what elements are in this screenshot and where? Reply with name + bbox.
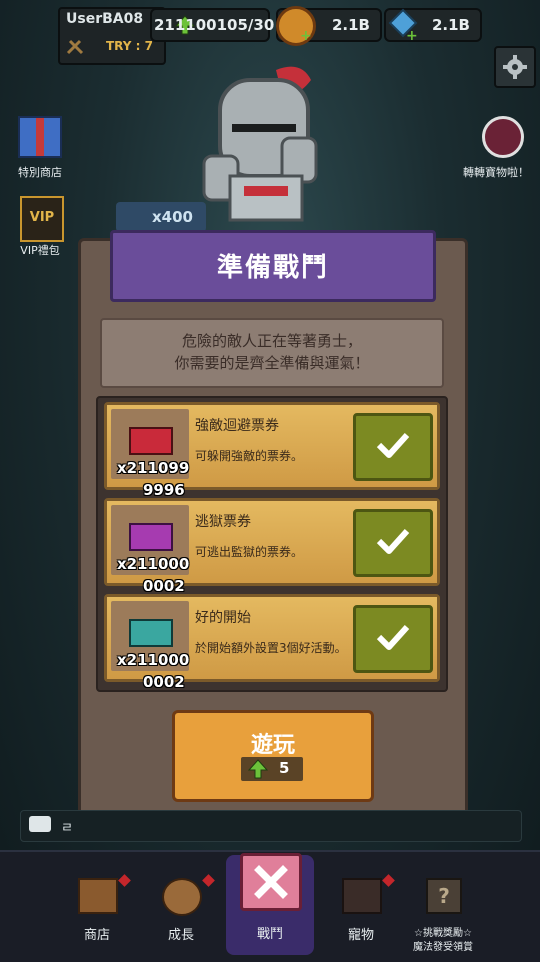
gem-badge-text: x400 <box>152 208 193 226</box>
try-counter: TRY : 7 <box>106 39 153 53</box>
modal-title-ribbon: 準備戰鬥 <box>110 230 436 302</box>
notification-dot <box>118 874 131 887</box>
ticket-name: 逃獄票券 <box>195 514 251 530</box>
gem-reward-badge: x400 <box>116 202 206 232</box>
energy-value: 211100105/30 <box>154 16 275 34</box>
spin-treasure-button[interactable]: 轉轉寶物啦！ <box>460 112 540 182</box>
add-gem-icon[interactable]: + <box>406 28 418 44</box>
ticket-item-good-start[interactable]: 好的開始 於開始額外設置3個好活動。 x211000 0002 <box>104 594 440 691</box>
spin-treasure-label: 轉轉寶物啦！ <box>463 166 529 179</box>
ticket-desc: 可躲開強敵的票券。 <box>195 449 304 463</box>
nav-pet-label: 寵物 <box>347 928 374 943</box>
ticket-name: 好的開始 <box>195 610 251 626</box>
knight-character-image <box>196 60 336 230</box>
settings-button[interactable] <box>494 46 536 88</box>
ticket-desc: 可逃出監獄的票券。 <box>195 545 304 559</box>
add-gold-icon[interactable]: + <box>300 28 312 44</box>
ticket-count-line1: x211099 <box>117 459 190 477</box>
nav-shop[interactable]: 商店 <box>52 852 142 962</box>
energy-pill[interactable]: 211100105/30 <box>150 8 274 42</box>
nav-shop-label: 商店 <box>83 928 110 943</box>
special-shop-button[interactable]: 特別商店 <box>0 112 80 182</box>
checkmark-icon <box>376 622 410 656</box>
ticket-item-avoid-enemy[interactable]: 強敵迴避票券 可躲開強敵的票券。 x211099 9996 <box>104 402 440 499</box>
ticket-count-line1: x211000 <box>117 555 190 573</box>
ticket-count: x211099 9996 <box>117 457 189 501</box>
challenge-label-2: 魔法發受領賞 <box>413 942 473 953</box>
chat-text: ㄹ <box>61 821 73 836</box>
purple-ticket-icon <box>129 523 173 551</box>
gear-icon <box>503 55 527 83</box>
ticket-name: 強敵迴避票券 <box>195 418 279 434</box>
user-name: UserBA08 <box>66 11 144 27</box>
toggle-checkbox[interactable] <box>353 509 433 577</box>
battle-close-icon <box>240 853 302 911</box>
vip-pack-button[interactable]: VIP VIP禮包 <box>0 196 80 260</box>
ticket-count-line2: 0002 <box>143 673 185 691</box>
chat-bubble-icon <box>29 816 51 832</box>
notification-dot <box>202 874 215 887</box>
intro-line-1: 危險的敵人正在等著勇士， <box>181 332 362 350</box>
nav-challenge-reward[interactable]: ? ☆挑戰獎勵☆ 魔法發受領賞 <box>398 852 488 962</box>
play-cost: 5 <box>279 759 290 777</box>
vip-pack-label: VIP禮包 <box>20 244 60 257</box>
chat-bar[interactable]: ㄹ <box>20 810 522 842</box>
notification-dot <box>382 874 395 887</box>
question-icon: ? <box>426 878 462 914</box>
gold-value: 2.1B <box>331 16 370 34</box>
gift-box-icon <box>18 116 62 158</box>
ticket-count: x211000 0002 <box>117 649 189 693</box>
vip-icon: VIP <box>20 196 64 242</box>
energy-arrow-icon <box>247 758 269 784</box>
sword-icon <box>66 39 86 55</box>
special-shop-label: 特別商店 <box>18 166 62 179</box>
red-ticket-icon <box>129 427 173 455</box>
modal-intro-text: 危險的敵人正在等著勇士， 你需要的是齊全準備與運氣！ <box>100 318 444 388</box>
nav-growth-label: 成長 <box>167 928 194 943</box>
play-cost-box: 5 <box>241 757 303 781</box>
play-button[interactable]: 遊玩 5 <box>172 710 374 802</box>
nav-battle-label: 戰鬥 <box>256 927 283 942</box>
nav-battle[interactable]: 戰鬥 <box>226 853 314 955</box>
gem-value: 2.1B <box>431 16 470 34</box>
gold-pill[interactable]: + 2.1B <box>276 6 382 46</box>
ticket-desc: 於開始額外設置3個好活動。 <box>195 641 347 655</box>
nav-pet[interactable]: 寵物 <box>316 852 406 962</box>
gem-pill[interactable]: + 2.1B <box>384 8 482 44</box>
treasure-orb-icon <box>482 116 524 158</box>
ticket-count-line1: x211000 <box>117 651 190 669</box>
teal-ticket-icon <box>129 619 173 647</box>
play-label: 遊玩 <box>250 733 295 758</box>
chest-icon <box>78 878 118 914</box>
ticket-count: x211000 0002 <box>117 553 189 597</box>
challenge-label-1: ☆挑戰獎勵☆ <box>414 928 472 939</box>
modal-title: 準備戰鬥 <box>216 253 329 283</box>
pet-icon <box>342 878 382 914</box>
toggle-checkbox[interactable] <box>353 413 433 481</box>
nav-growth[interactable]: 成長 <box>136 852 226 962</box>
checkmark-icon <box>376 430 410 464</box>
ticket-item-escape-jail[interactable]: 逃獄票券 可逃出監獄的票券。 x211000 0002 <box>104 498 440 595</box>
toggle-checkbox[interactable] <box>353 605 433 673</box>
intro-line-2: 你需要的是齊全準備與運氣！ <box>174 354 370 372</box>
growth-bag-icon <box>162 878 202 916</box>
checkmark-icon <box>376 526 410 560</box>
